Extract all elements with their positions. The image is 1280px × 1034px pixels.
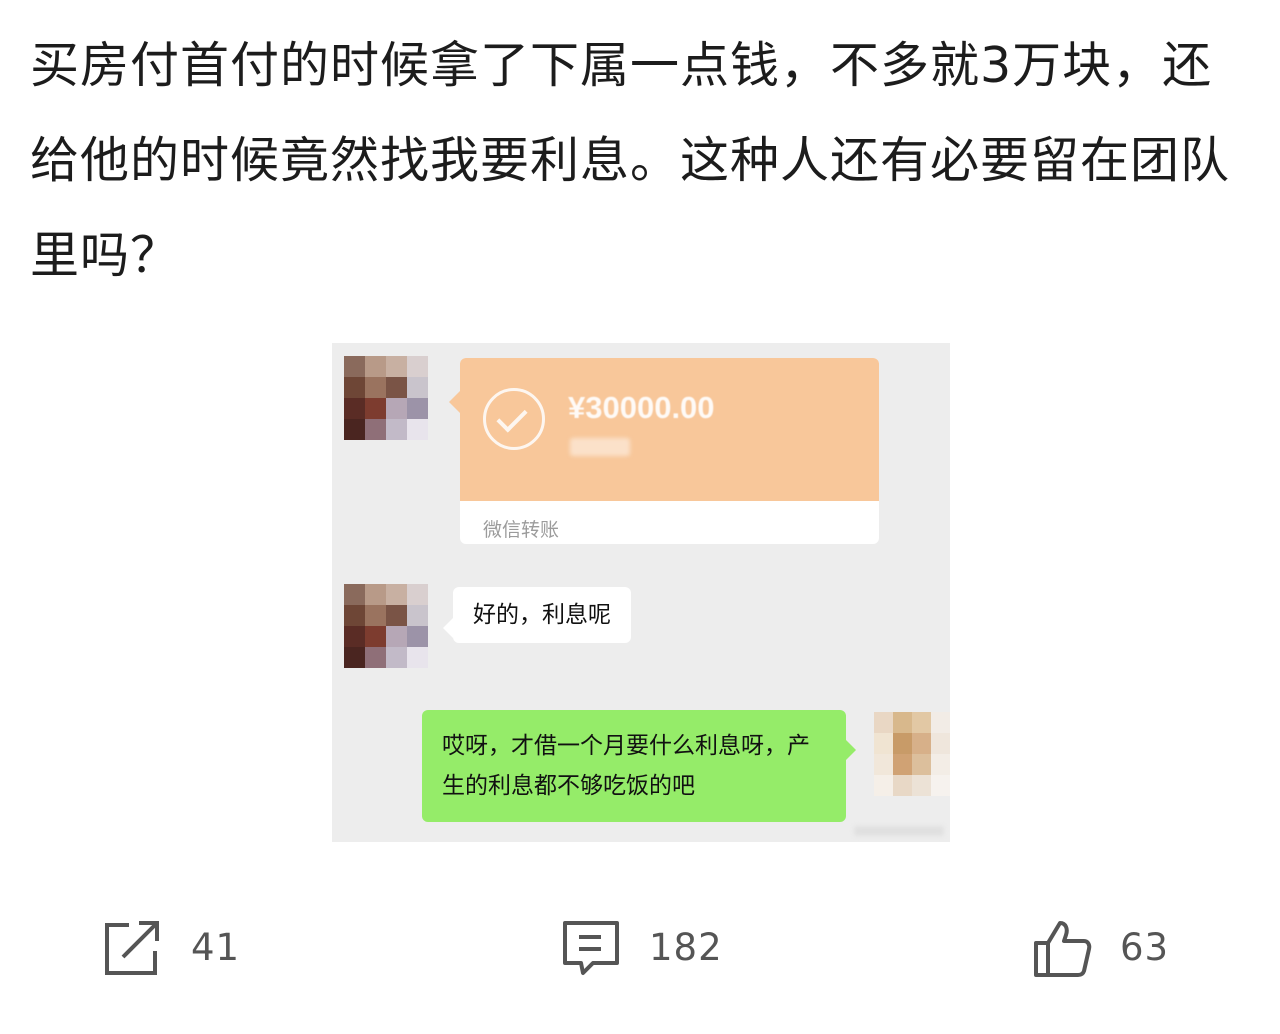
check-circle-icon <box>483 388 545 450</box>
comment-button[interactable]: 182 <box>561 915 723 979</box>
transfer-status-blurred <box>570 438 630 456</box>
sender-avatar-2 <box>344 584 428 668</box>
transfer-bubble-tail <box>449 391 460 413</box>
own-bubble-tail <box>846 740 856 760</box>
own-avatar <box>874 712 950 796</box>
comment-icon <box>563 921 619 975</box>
reply-bubble-tail <box>443 618 453 638</box>
like-count: 63 <box>1120 925 1170 969</box>
post-text: 买房付首付的时候拿了下属一点钱，不多就3万块，还给他的时候竟然找我要利息。这种人… <box>30 37 1231 284</box>
transfer-card[interactable]: ¥30000.00 微信转账 <box>460 358 879 544</box>
share-button[interactable]: 41 <box>103 915 240 979</box>
like-button[interactable]: 63 <box>1032 915 1169 979</box>
reply-message-bubble[interactable]: 好的，利息呢 <box>453 587 631 643</box>
transfer-card-header: ¥30000.00 <box>460 358 879 501</box>
share-icon <box>105 921 159 975</box>
own-message-bubble[interactable]: 哎呀，才借一个月要什么利息呀，产生的利息都不够吃饭的吧 <box>422 710 846 822</box>
chat-screenshot: ¥30000.00 微信转账 好的，利息呢 哎呀，才借一个月要什么利息呀，产生的… <box>332 343 950 842</box>
comment-count: 182 <box>649 925 723 969</box>
thumbs-up-icon <box>1034 921 1092 977</box>
share-count: 41 <box>191 925 241 969</box>
own-message-text: 哎呀，才借一个月要什么利息呀，产生的利息都不够吃饭的吧 <box>442 733 810 799</box>
transfer-amount: ¥30000.00 <box>568 390 715 425</box>
reply-message-text: 好的，利息呢 <box>473 602 611 628</box>
transfer-label: 微信转账 <box>483 519 560 541</box>
action-bar: 41 182 63 <box>0 905 1280 995</box>
watermark <box>854 826 944 836</box>
sender-avatar <box>344 356 428 440</box>
